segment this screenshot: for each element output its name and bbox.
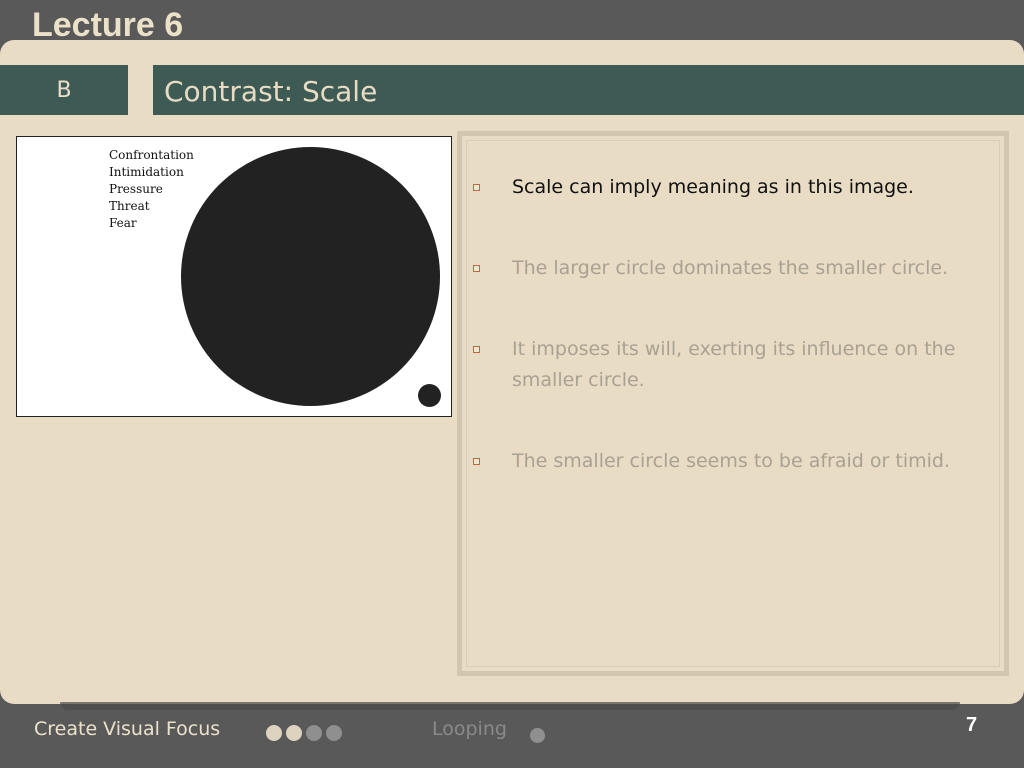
illustration-word: Fear [109,216,137,230]
scale-illustration: Confrontation Intimidation Pressure Thre… [16,136,452,417]
illustration-word: Intimidation [109,165,184,179]
small-circle [418,384,441,407]
section-progress-dots [266,725,342,741]
bullet-item: The larger circle dominates the smaller … [473,253,973,284]
bullet-item: The smaller circle seems to be afraid or… [473,446,973,477]
title-bar: Contrast: Scale [153,65,1024,115]
footer-next-section-link[interactable]: Looping [432,718,507,740]
square-bullet-icon [473,458,480,465]
large-circle [181,147,440,406]
footer-section-link[interactable]: Create Visual Focus [34,718,220,740]
square-bullet-icon [473,265,480,272]
progress-dot-icon[interactable] [286,725,302,741]
bullets-panel: Scale can imply meaning as in this image… [457,131,1009,676]
slide-title: Contrast: Scale [164,75,378,108]
progress-dot-icon[interactable] [266,725,282,741]
bullet-text: The smaller circle seems to be afraid or… [512,450,950,472]
page-number: 7 [966,714,978,736]
section-label: B [56,77,72,103]
section-label-box: B [0,65,128,115]
illustration-word: Pressure [109,182,163,196]
bullet-text: The larger circle dominates the smaller … [512,257,949,279]
progress-dot-icon[interactable] [306,725,322,741]
illustration-word-list: Confrontation Intimidation Pressure Thre… [109,147,194,232]
progress-dot-icon[interactable] [530,728,545,743]
square-bullet-icon [473,184,480,191]
bullets-inner-frame [466,140,1000,667]
bullet-text: It imposes its will, exerting its influe… [512,338,956,391]
bullet-item: Scale can imply meaning as in this image… [473,172,973,203]
illustration-word: Confrontation [109,148,194,162]
slide-shadow [60,702,960,710]
square-bullet-icon [473,346,480,353]
bullet-item: It imposes its will, exerting its influe… [473,334,973,396]
bullet-text: Scale can imply meaning as in this image… [512,176,914,198]
illustration-word: Threat [109,199,150,213]
progress-dot-icon[interactable] [326,725,342,741]
